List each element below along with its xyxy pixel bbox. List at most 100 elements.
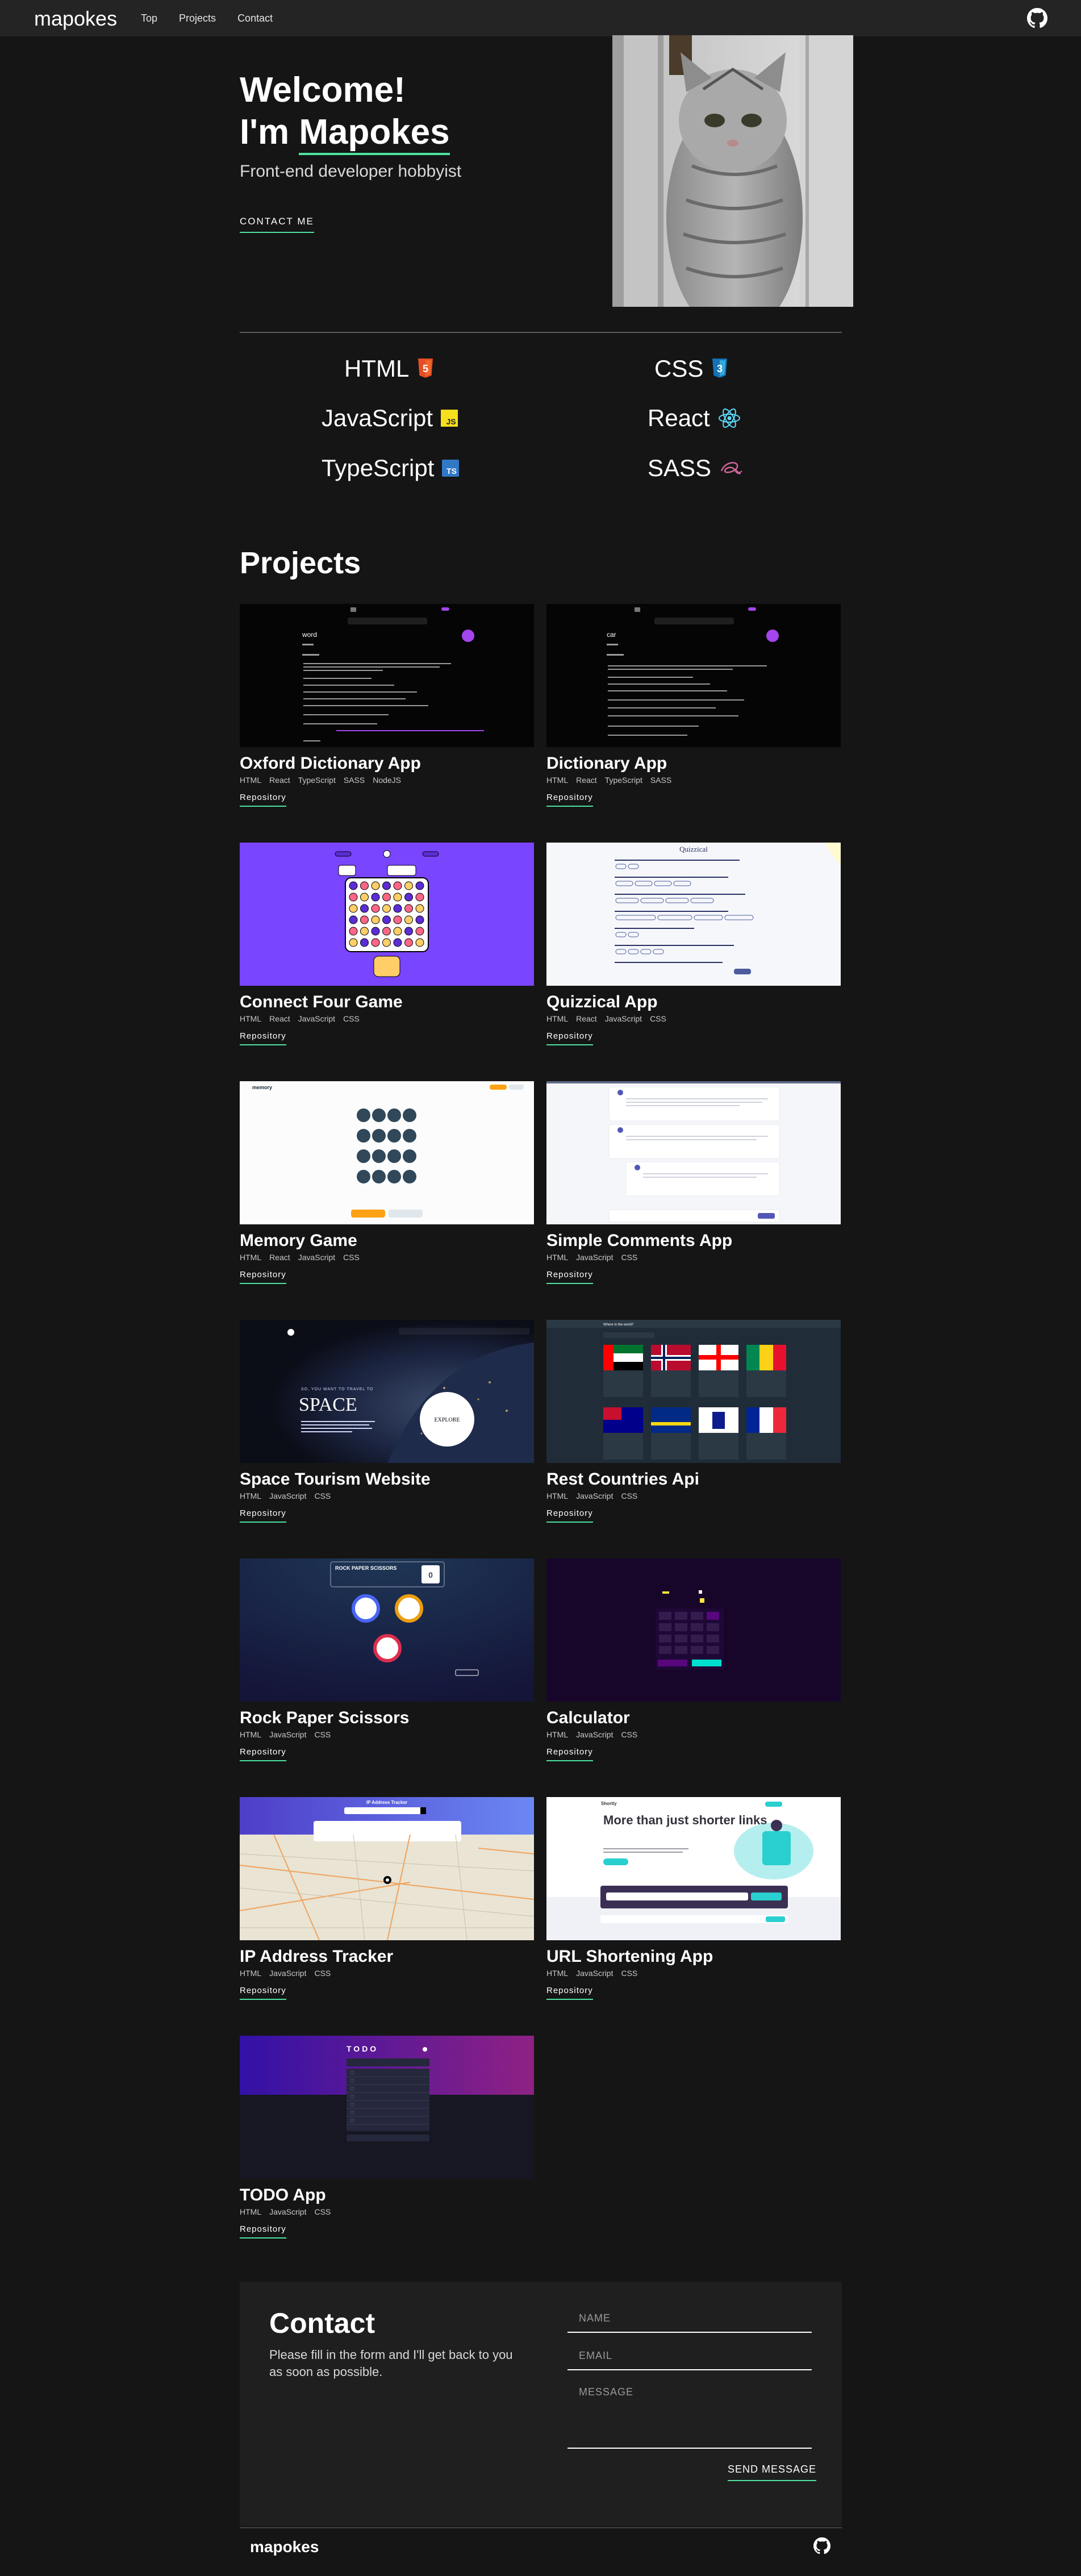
- tag: HTML: [240, 1491, 262, 1500]
- game-disc: [382, 938, 391, 947]
- cat-photo-drawing: [612, 35, 853, 307]
- tag: JavaScript: [576, 1969, 613, 1978]
- calc-key: [675, 1612, 687, 1620]
- game-disc: [371, 893, 380, 902]
- tag: JavaScript: [298, 1253, 336, 1262]
- repository-link[interactable]: Repository: [240, 793, 286, 807]
- repository-link[interactable]: Repository: [240, 1031, 286, 1045]
- game-disc: [360, 927, 369, 936]
- repository-link[interactable]: Repository: [240, 1508, 286, 1523]
- project-thumbnail[interactable]: Quizzical: [546, 843, 841, 986]
- message-field[interactable]: [567, 2381, 812, 2445]
- project-card: SO, YOU WANT TO TRAVEL TO SPACE EXPLORE …: [240, 1320, 534, 1523]
- calc-key: [659, 1635, 671, 1643]
- project-thumbnail[interactable]: IP Address Tracker: [240, 1797, 534, 1940]
- repository-link[interactable]: Repository: [546, 793, 593, 807]
- email-field[interactable]: [567, 2343, 812, 2368]
- ip-tracker-screenshot: IP Address Tracker: [240, 1797, 534, 1940]
- tag: React: [269, 776, 290, 785]
- connect-four-screenshot: [240, 843, 534, 986]
- projects-heading: Projects: [240, 546, 361, 580]
- github-icon[interactable]: [1027, 8, 1047, 28]
- game-disc: [415, 915, 424, 924]
- memory-tile: [403, 1170, 416, 1183]
- nav-link-top[interactable]: Top: [141, 12, 157, 24]
- project-card: Quizzical Quizzical App HTML React JavaScr…: [546, 843, 841, 1045]
- project-thumbnail[interactable]: [546, 1081, 841, 1224]
- project-thumbnail[interactable]: SO, YOU WANT TO TRAVEL TO SPACE EXPLORE: [240, 1320, 534, 1463]
- calc-key: [691, 1635, 703, 1643]
- game-disc: [382, 893, 391, 902]
- tag: HTML: [240, 776, 262, 785]
- tag: React: [269, 1014, 290, 1023]
- todo-screenshot: TODO: [240, 2036, 534, 2179]
- project-thumbnail[interactable]: [546, 1558, 841, 1702]
- repository-link[interactable]: Repository: [240, 1270, 286, 1284]
- thumb-word: word: [302, 631, 317, 639]
- repository-link[interactable]: Repository: [546, 1270, 593, 1284]
- tag: SASS: [343, 776, 365, 785]
- send-message-button[interactable]: SEND MESSAGE: [728, 2464, 817, 2481]
- footer-divider: [240, 2527, 842, 2528]
- skill-react: React: [648, 405, 741, 432]
- tag: HTML: [240, 2207, 262, 2216]
- repository-link[interactable]: Repository: [546, 1031, 593, 1045]
- repository-link[interactable]: Repository: [546, 1508, 593, 1523]
- project-tags: HTML JavaScript CSS: [240, 1730, 534, 1739]
- sass-icon: [720, 462, 742, 474]
- nav-link-contact[interactable]: Contact: [237, 12, 273, 24]
- repository-link[interactable]: Repository: [240, 1747, 286, 1761]
- project-thumbnail[interactable]: Shortly More than just shorter links: [546, 1797, 841, 1940]
- tag: CSS: [314, 1969, 331, 1978]
- javascript-icon: JS: [441, 410, 458, 427]
- project-title: TODO App: [240, 2186, 326, 2204]
- space-tourism-screenshot: SO, YOU WANT TO TRAVEL TO SPACE EXPLORE: [240, 1320, 534, 1463]
- repository-link[interactable]: Repository: [240, 2224, 286, 2239]
- thumb-shortly-heading: More than just shorter links: [603, 1813, 767, 1827]
- project-thumbnail[interactable]: word: [240, 604, 534, 747]
- skill-label: SASS: [648, 455, 712, 481]
- tag: CSS: [621, 1491, 638, 1500]
- tag: CSS: [314, 1491, 331, 1500]
- contact-me-button[interactable]: CONTACT ME: [240, 216, 314, 233]
- comments-screenshot: [546, 1081, 841, 1224]
- memory-tile: [372, 1129, 386, 1143]
- nav-link-projects[interactable]: Projects: [179, 12, 216, 24]
- memory-tile: [357, 1129, 370, 1143]
- tag: CSS: [621, 1969, 638, 1978]
- calc-key: [675, 1635, 687, 1643]
- tag: JavaScript: [576, 1730, 613, 1739]
- project-card: Shortly More than just shorter links URL…: [546, 1797, 841, 2000]
- project-card: ROCK PAPER SCISSORS 0 Rock Paper Scissor…: [240, 1558, 534, 1761]
- game-disc: [360, 904, 369, 913]
- project-thumbnail[interactable]: ROCK PAPER SCISSORS 0: [240, 1558, 534, 1702]
- hero-title-prefix: I'm: [240, 112, 299, 152]
- repository-link[interactable]: Repository: [546, 1986, 593, 2000]
- project-tags: HTML React TypeScript SASS: [546, 776, 841, 785]
- game-disc: [371, 927, 380, 936]
- github-icon[interactable]: [813, 2537, 830, 2554]
- project-thumbnail[interactable]: TODO: [240, 2036, 534, 2179]
- game-disc: [415, 938, 424, 947]
- footer-brand[interactable]: mapokes: [250, 2538, 319, 2556]
- repository-link[interactable]: Repository: [546, 1747, 593, 1761]
- game-disc: [360, 881, 369, 890]
- brand-logo[interactable]: mapokes: [34, 7, 117, 31]
- project-thumbnail[interactable]: memory: [240, 1081, 534, 1224]
- project-thumbnail[interactable]: Where in the world?: [546, 1320, 841, 1463]
- react-icon: [718, 409, 740, 428]
- project-card: IP Address Tracker IP Address Tracker HT…: [240, 1797, 534, 2000]
- repository-link[interactable]: Repository: [240, 1986, 286, 2000]
- quizzical-screenshot: Quizzical: [546, 843, 841, 986]
- project-thumbnail[interactable]: [240, 843, 534, 986]
- skill-label: JavaScript: [322, 405, 433, 431]
- game-disc: [382, 915, 391, 924]
- project-title: Rock Paper Scissors: [240, 1708, 410, 1727]
- project-title: Space Tourism Website: [240, 1470, 431, 1489]
- project-card: word Oxford Dictionary App HTML React Type…: [240, 604, 534, 807]
- project-thumbnail[interactable]: car: [546, 604, 841, 747]
- game-disc: [393, 881, 402, 890]
- name-field[interactable]: [567, 2306, 812, 2331]
- skill-label: React: [648, 405, 710, 431]
- thumb-shortly-logo: Shortly: [601, 1801, 617, 1806]
